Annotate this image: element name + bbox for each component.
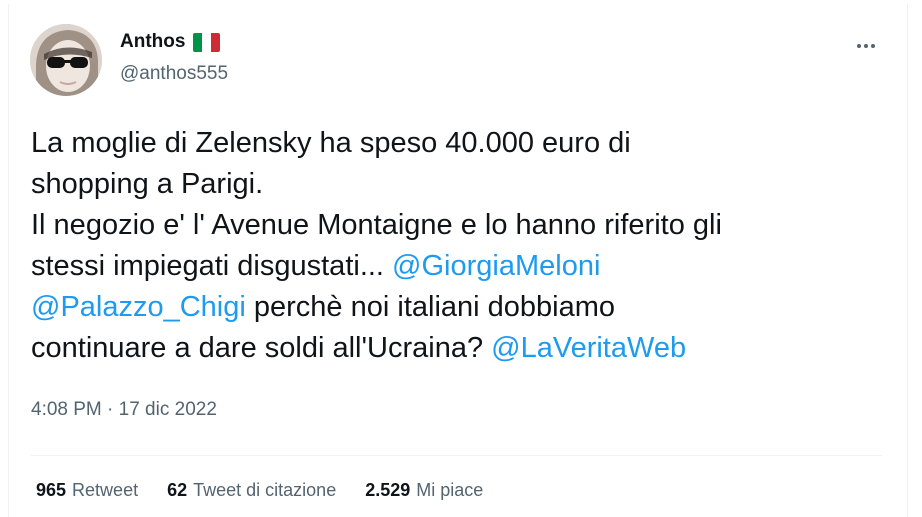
mention-link[interactable]: @GiorgiaMeloni — [392, 250, 600, 282]
tweet-text: La moglie di Zelensky ha speso 40.000 eu… — [31, 123, 891, 369]
mention-link[interactable]: @Palazzo_Chigi — [31, 291, 246, 323]
divider — [31, 455, 882, 456]
more-horizontal-icon — [864, 44, 868, 48]
avatar[interactable] — [30, 24, 102, 96]
tweet-text-segment: continuare a dare soldi all'Ucraina? — [31, 332, 492, 364]
avatar-photo — [30, 24, 102, 96]
author-handle[interactable]: @anthos555 — [120, 63, 228, 85]
likes-stat[interactable]: 2.529 Mi piace — [365, 480, 483, 501]
retweets-label: Retweet — [72, 480, 139, 500]
tweet-text-segment: Il negozio e' l' Avenue Montaigne e lo h… — [31, 209, 722, 241]
mention-link[interactable]: @LaVeritaWeb — [491, 332, 686, 364]
tweet-text-segment: shopping a Parigi. — [31, 168, 264, 200]
author-name-row[interactable]: Anthos — [120, 31, 221, 53]
more-options-button[interactable] — [848, 28, 884, 64]
italy-flag-icon — [193, 32, 221, 52]
tweet-text-line: shopping a Parigi. — [31, 164, 891, 205]
tweet-text-segment: perchè noi italiani dobbiamo — [245, 291, 616, 323]
likes-count: 2.529 — [365, 480, 411, 500]
tweet-text-line: stessi impiegati disgustati... @GiorgiaM… — [31, 246, 891, 287]
display-name[interactable]: Anthos — [120, 31, 185, 53]
engagement-stats: 965 Retweet 62 Tweet di citazione 2.529 … — [36, 480, 483, 501]
quotes-count: 62 — [167, 480, 188, 500]
quote-tweets-stat[interactable]: 62 Tweet di citazione — [167, 480, 336, 501]
tweet-text-segment: La moglie di Zelensky ha speso 40.000 eu… — [31, 127, 631, 159]
tweet-text-line: @Palazzo_Chigi perchè noi italiani dobbi… — [31, 287, 891, 328]
more-horizontal-icon — [871, 44, 875, 48]
retweets-stat[interactable]: 965 Retweet — [36, 480, 138, 501]
tweet-text-segment: stessi impiegati disgustati... — [31, 250, 393, 282]
tweet-text-line: continuare a dare soldi all'Ucraina? @La… — [31, 328, 891, 369]
retweets-count: 965 — [36, 480, 67, 500]
quotes-label: Tweet di citazione — [193, 480, 337, 500]
tweet-timestamp[interactable]: 4:08 PM · 17 dic 2022 — [31, 399, 217, 421]
likes-label: Mi piace — [416, 480, 484, 500]
tweet-text-line: Il negozio e' l' Avenue Montaigne e lo h… — [31, 205, 891, 246]
tweet-text-line: La moglie di Zelensky ha speso 40.000 eu… — [31, 123, 891, 164]
more-horizontal-icon — [857, 44, 861, 48]
